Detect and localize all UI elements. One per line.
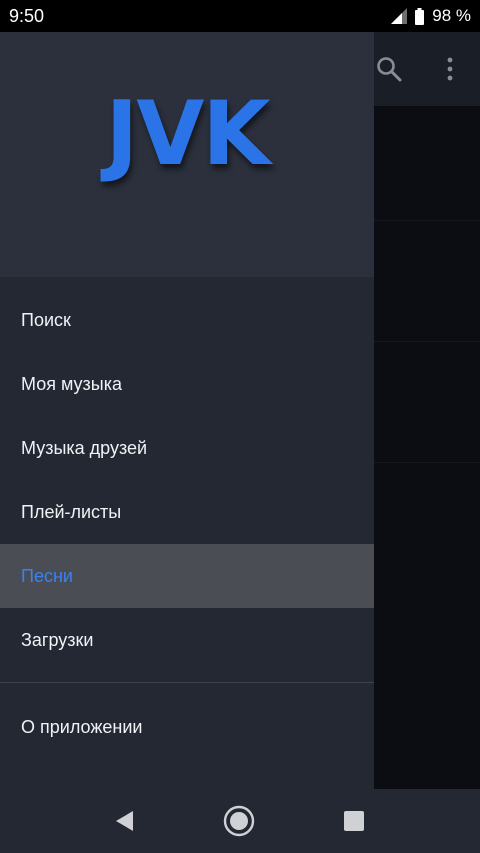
system-nav-bar [0,789,480,853]
battery-icon [415,7,425,25]
list-divider [374,341,480,342]
battery-percent: 98 % [432,6,471,25]
menu-item-downloads[interactable]: Загрузки [0,608,374,672]
status-bar: 9:50 98 % [0,0,480,32]
more-vert-icon[interactable] [440,56,460,82]
app-logo: JVK [105,82,270,185]
menu-item-my-music[interactable]: Моя музыка [0,352,374,416]
list-divider [374,220,480,221]
signal-icon [391,8,408,24]
menu-item-playlists[interactable]: Плей-листы [0,480,374,544]
status-icons: 98 % [391,6,471,26]
back-icon[interactable] [112,809,136,833]
menu-item-about[interactable]: О приложении [0,696,374,758]
status-time: 9:50 [9,6,45,26]
home-icon[interactable] [222,804,256,838]
menu-item-songs[interactable]: Песни [0,544,374,608]
navigation-drawer: JVK Поиск Моя музыка Музыка друзей Плей-… [0,32,374,789]
recents-icon[interactable] [344,811,364,831]
search-icon[interactable] [376,56,402,82]
drawer-divider [0,682,374,683]
menu-item-search[interactable]: Поиск [0,288,374,352]
menu-item-friends-music[interactable]: Музыка друзей [0,416,374,480]
list-divider [374,462,480,463]
drawer-menu: Поиск Моя музыка Музыка друзей Плей-лист… [0,288,374,672]
drawer-header: JVK [0,32,374,277]
